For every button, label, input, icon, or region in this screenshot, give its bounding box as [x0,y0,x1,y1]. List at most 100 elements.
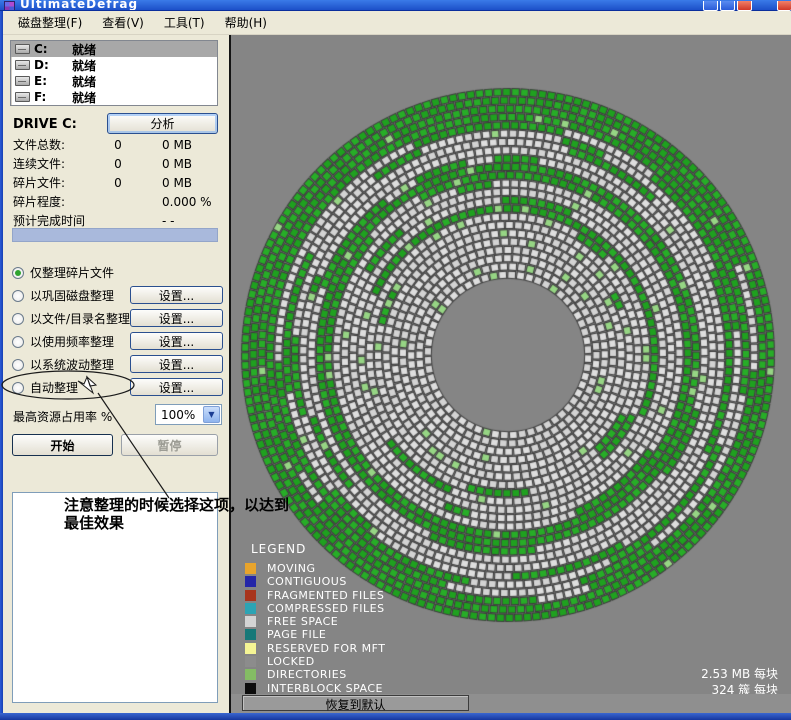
pagefile-color-chip [245,629,256,640]
stat-fragmented-files: 碎片文件: 0 0 MB [13,173,220,192]
option-by-filename[interactable]: 以文件/目录名整理 设置... [12,307,224,330]
legend-item-interblock: INTERBLOCK SPACE [245,682,385,695]
radio-icon[interactable] [12,336,24,348]
legend-item-moving: MOVING [245,562,385,575]
stat-count: 0 [97,157,139,171]
resource-usage-dropdown[interactable]: 100% ▼ [155,404,222,425]
mft-color-chip [245,643,256,654]
drive-icon [15,76,30,86]
stat-label: 碎片程度: [13,193,97,210]
settings-button-volatility[interactable]: 设置... [130,355,223,373]
radio-icon[interactable] [12,382,24,394]
radio-label: 以巩固磁盘整理 [30,287,114,304]
drive-row-c[interactable]: C: 就绪 [11,41,217,57]
stat-count: 0 [97,138,139,152]
locked-color-chip [245,656,256,667]
drive-icon [15,60,30,70]
progress-bar [12,228,218,242]
defrag-options: 仅整理碎片文件 以巩固磁盘整理 设置... 以文件/目录名整理 设置... 以使… [12,261,224,399]
legend-item-locked: LOCKED [245,655,385,668]
drive-name: F: [34,90,72,104]
settings-button-filename[interactable]: 设置... [130,309,223,327]
drive-status: 就绪 [72,41,96,58]
stat-size: 0 MB [139,138,220,152]
stat-label: 连续文件: [13,155,97,172]
menu-bar: 磁盘整理(F) 查看(V) 工具(T) 帮助(H) [3,11,791,35]
stat-label: 文件总数: [13,136,97,153]
directories-color-chip [245,669,256,680]
resource-usage-row: 最高资源占用率 % 100% ▼ [12,404,224,426]
option-consolidate[interactable]: 以巩固磁盘整理 设置... [12,284,224,307]
control-panel: C: 就绪 D: 就绪 E: 就绪 F: 就绪 DRIVE C: 分析 [3,35,229,713]
legend-item-directories: DIRECTORIES [245,668,385,681]
legend-item-contiguous: CONTIGUOUS [245,575,385,588]
legend: LEGEND MOVING CONTIGUOUS FRAGMENTED FILE… [245,542,385,695]
disk-panel: LEGEND MOVING CONTIGUOUS FRAGMENTED FILE… [231,35,791,713]
radio-icon[interactable] [12,290,24,302]
menu-help[interactable]: 帮助(H) [217,11,275,34]
settings-button-auto[interactable]: 设置... [130,378,223,396]
option-fragmented-only[interactable]: 仅整理碎片文件 [12,261,224,284]
drive-status: 就绪 [72,73,96,90]
start-button[interactable]: 开始 [12,434,113,456]
stat-size: 0 MB [139,176,220,190]
interblock-color-chip [245,683,256,694]
stat-label: 碎片文件: [13,174,97,191]
resource-usage-label: 最高资源占用率 % [13,408,112,425]
radio-icon[interactable] [12,313,24,325]
menu-tools[interactable]: 工具(T) [156,11,213,34]
freespace-color-chip [245,616,256,627]
drive-status: 就绪 [72,89,96,106]
stat-fragmentation-level: 碎片程度: 0.000 % [13,192,220,211]
chevron-down-icon[interactable]: ▼ [203,406,220,423]
pause-button[interactable]: 暂停 [121,434,218,456]
moving-color-chip [245,563,256,574]
legend-item-compressed: COMPRESSED FILES [245,602,385,615]
log-listbox[interactable] [12,492,218,703]
contiguous-color-chip [245,576,256,587]
legend-item-pagefile: PAGE FILE [245,628,385,641]
drive-listbox[interactable]: C: 就绪 D: 就绪 E: 就绪 F: 就绪 [10,40,218,106]
drive-name: D: [34,58,72,72]
maximize-button[interactable] [720,1,735,11]
settings-button-usage[interactable]: 设置... [130,332,223,350]
radio-icon[interactable] [12,267,24,279]
analyze-button[interactable]: 分析 [107,113,218,134]
restore-strip: 恢复到默认 [231,694,791,713]
legend-item-freespace: FREE SPACE [245,615,385,628]
legend-title: LEGEND [251,542,385,556]
stat-total-files: 文件总数: 0 0 MB [13,135,220,154]
fragmented-color-chip [245,590,256,601]
radio-label: 自动整理 [30,379,78,396]
stat-contiguous-files: 连续文件: 0 0 MB [13,154,220,173]
option-auto[interactable]: 自动整理 设置... [12,376,224,399]
drive-row-f[interactable]: F: 就绪 [11,89,217,105]
app-window: UltimateDefrag 磁盘整理(F) 查看(V) 工具(T) 帮助(H)… [0,0,791,720]
drive-row-e[interactable]: E: 就绪 [11,73,217,89]
minimize-button[interactable] [703,1,718,11]
stat-size: - - [139,214,220,228]
compressed-color-chip [245,603,256,614]
drive-icon [15,44,30,54]
block-size-label: 2.53 MB 每块 [701,666,778,682]
stat-size: 0 MB [139,157,220,171]
menu-view[interactable]: 查看(V) [94,11,152,34]
window-border-bottom [0,713,791,720]
radio-icon[interactable] [12,359,24,371]
drive-status: 就绪 [72,57,96,74]
drive-row-d[interactable]: D: 就绪 [11,57,217,73]
menu-disk-defrag[interactable]: 磁盘整理(F) [10,11,90,34]
drive-name: E: [34,74,72,88]
close-button[interactable] [737,1,752,11]
restore-default-button[interactable]: 恢复到默认 [242,695,469,711]
drive-icon [15,92,30,102]
legend-item-mft: RESERVED FOR MFT [245,642,385,655]
selected-drive-label: DRIVE C: [13,117,77,132]
app-icon [4,1,15,11]
stat-count: 0 [97,176,139,190]
settings-button-consolidate[interactable]: 设置... [130,286,223,304]
stat-label: 预计完成时间 [13,212,97,229]
title-bar[interactable]: UltimateDefrag [0,0,791,11]
option-by-volatility[interactable]: 以系统波动整理 设置... [12,353,224,376]
option-by-usage[interactable]: 以使用频率整理 设置... [12,330,224,353]
